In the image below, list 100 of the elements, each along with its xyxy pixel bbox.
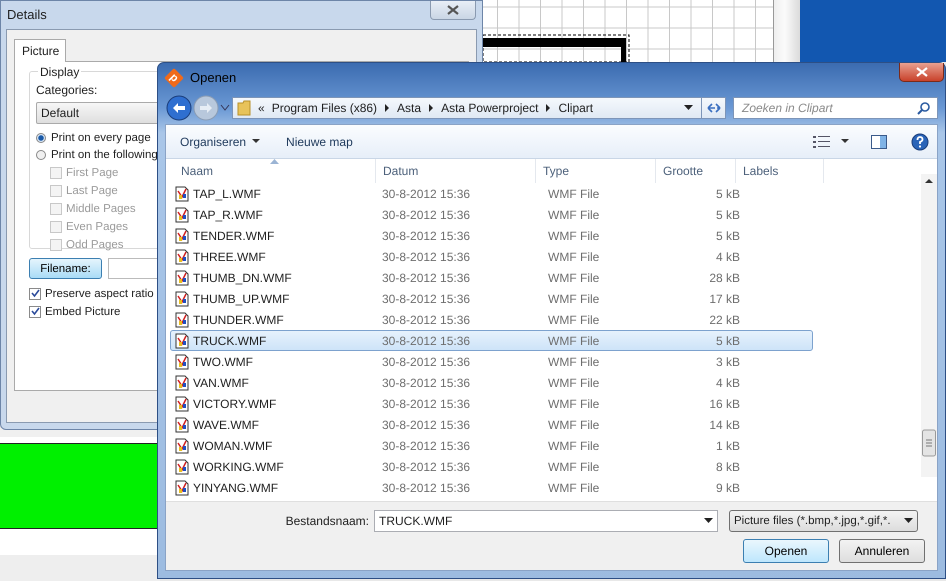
file-type-dropdown[interactable]: Picture files (*.bmp,*.jpg,*.gif,*. (729, 510, 918, 532)
type-cell-text: WMF File (547, 354, 600, 368)
size-cell-text: 16 kB (708, 396, 741, 410)
back-button[interactable] (166, 95, 192, 121)
file-row[interactable]: YINYANG.WMF 30-8-2012 15:36 WMF File 9 kB (170, 477, 813, 498)
breadcrumb-item[interactable]: Asta Powerproject (441, 101, 538, 115)
file-name: YINYANG.WMF (193, 480, 278, 494)
size-cell-text: 5 kB (714, 186, 741, 200)
refresh-button[interactable] (702, 97, 726, 119)
size-cell-text: 1 kB (714, 438, 741, 452)
date-cell-text: 30-8-2012 15:36 (381, 208, 472, 222)
type-cell-text: WMF File (547, 312, 600, 326)
file-icon (174, 416, 190, 432)
file-row[interactable]: WORKING.WMF 30-8-2012 15:36 WMF File 8 kB (170, 456, 813, 477)
column-header[interactable]: Datum (376, 159, 536, 183)
type-cell-text: WMF File (547, 418, 600, 432)
type-cell-text: WMF File (547, 376, 600, 390)
filename-button[interactable]: Filename: (29, 258, 102, 279)
breadcrumb-item[interactable]: Clipart (558, 101, 594, 115)
breadcrumb-item[interactable]: Program Files (x86) (272, 101, 378, 115)
radio-button[interactable] (36, 150, 46, 160)
file-name: WORKING.WMF (193, 460, 284, 474)
tab[interactable]: Picture (14, 39, 66, 62)
help-icon[interactable] (911, 132, 929, 150)
file-row[interactable]: TENDER.WMF 30-8-2012 15:36 WMF File 5 kB (170, 225, 813, 246)
scrollbar[interactable] (921, 174, 937, 477)
file-name: TWO.WMF (193, 354, 253, 368)
file-row[interactable]: TAP_L.WMF 30-8-2012 15:36 WMF File 5 kB (170, 183, 813, 204)
radio-label: Print on the following (51, 149, 158, 161)
file-icon (174, 480, 190, 496)
window-title: Openen (190, 70, 236, 85)
close-button[interactable] (430, 1, 476, 20)
size-cell-text: 5 kB (714, 334, 741, 348)
radio-button[interactable] (36, 133, 46, 143)
checkbox[interactable] (29, 288, 41, 300)
view-list-icon[interactable] (813, 134, 831, 148)
file-icon (174, 438, 190, 454)
file-row[interactable]: THUMB_DN.WMF 30-8-2012 15:36 WMF File 28 kB (170, 267, 813, 288)
address-bar[interactable]: « Program Files (x86) Asta Asta Powerproject Clipart (232, 97, 702, 119)
file-row[interactable]: VAN.WMF 30-8-2012 15:36 WMF File 4 kB (170, 372, 813, 393)
file-row[interactable]: WAVE.WMF 30-8-2012 15:36 WMF File 14 kB (170, 414, 813, 435)
date-cell-text: 30-8-2012 15:36 (381, 418, 472, 432)
caret-icon (704, 518, 713, 524)
size-cell-text: 22 kB (708, 312, 741, 326)
checkbox-label: First Page (66, 166, 118, 178)
size-cell-text: 4 kB (714, 376, 741, 390)
chevron-icon (428, 104, 434, 112)
checkbox[interactable] (29, 306, 41, 318)
categories-label: Categories: (36, 83, 98, 97)
file-icon (174, 270, 190, 286)
scrollbar[interactable] (773, 0, 801, 62)
breadcrumb-item[interactable]: Asta (397, 101, 422, 115)
close-icon (916, 67, 928, 77)
date-cell-text: 30-8-2012 15:36 (381, 186, 472, 200)
file-row[interactable]: THUMB_UP.WMF 30-8-2012 15:36 WMF File 17 kB (170, 288, 813, 309)
file-row[interactable]: TRUCK.WMF 30-8-2012 15:36 WMF File 5 kB (170, 330, 813, 351)
file-row[interactable]: THUNDER.WMF 30-8-2012 15:36 WMF File 22 kB (170, 309, 813, 330)
date-cell-text: 30-8-2012 15:36 (381, 250, 472, 264)
date-cell-text: 30-8-2012 15:36 (381, 480, 472, 494)
cancel-button[interactable]: Annuleren (839, 539, 925, 563)
new-folder-button[interactable]: Nieuwe map (278, 134, 361, 148)
checkbox-label: Embed Picture (45, 306, 120, 318)
chevron-icon (545, 104, 552, 112)
file-name: TENDER.WMF (193, 228, 274, 242)
organize-menu[interactable]: Organiseren (172, 134, 268, 148)
file-icon (174, 332, 190, 348)
search-icon (917, 102, 930, 114)
file-icon (174, 290, 190, 306)
filename-label: Bestandsnaam: (284, 514, 370, 528)
file-icon (174, 312, 190, 328)
column-header[interactable]: Type (536, 159, 656, 183)
checkbox-label: Last Page (66, 184, 118, 196)
date-cell-text: 30-8-2012 15:36 (381, 270, 472, 284)
date-cell-text: 30-8-2012 15:36 (381, 292, 472, 306)
file-row[interactable]: WOMAN.WMF 30-8-2012 15:36 WMF File 1 kB (170, 435, 813, 456)
caret-icon[interactable] (841, 139, 849, 144)
file-row[interactable]: VICTORY.WMF 30-8-2012 15:36 WMF File 16 kB (170, 393, 813, 414)
window-title: Details (7, 6, 47, 22)
type-cell-text: WMF File (547, 250, 600, 264)
column-header[interactable]: Grootte (656, 159, 736, 183)
filename-field[interactable]: TRUCK.WMF (374, 510, 718, 532)
caret-icon[interactable] (684, 105, 693, 111)
breadcrumb-overflow[interactable]: « (258, 101, 265, 115)
close-button[interactable] (899, 63, 944, 82)
date-cell-text: 30-8-2012 15:36 (381, 438, 472, 452)
file-row[interactable]: TAP_R.WMF 30-8-2012 15:36 WMF File 5 kB (170, 204, 813, 225)
preview-pane-icon[interactable] (871, 134, 887, 148)
column-header[interactable]: Labels (736, 159, 824, 183)
size-cell-text: 17 kB (708, 292, 741, 306)
checkbox-label: Middle Pages (66, 202, 136, 214)
file-row[interactable]: THREE.WMF 30-8-2012 15:36 WMF File 4 kB (170, 246, 813, 267)
file-name: WOMAN.WMF (193, 438, 272, 452)
type-cell-text: WMF File (547, 208, 600, 222)
close-icon (447, 5, 459, 15)
date-cell-text: 30-8-2012 15:36 (381, 354, 472, 368)
file-row[interactable]: TWO.WMF 30-8-2012 15:36 WMF File 3 kB (170, 351, 813, 372)
open-button[interactable]: Openen (743, 539, 829, 563)
size-cell-text: 14 kB (708, 418, 741, 432)
folder-icon (237, 100, 251, 116)
checkbox-label: Odd Pages (66, 238, 124, 250)
